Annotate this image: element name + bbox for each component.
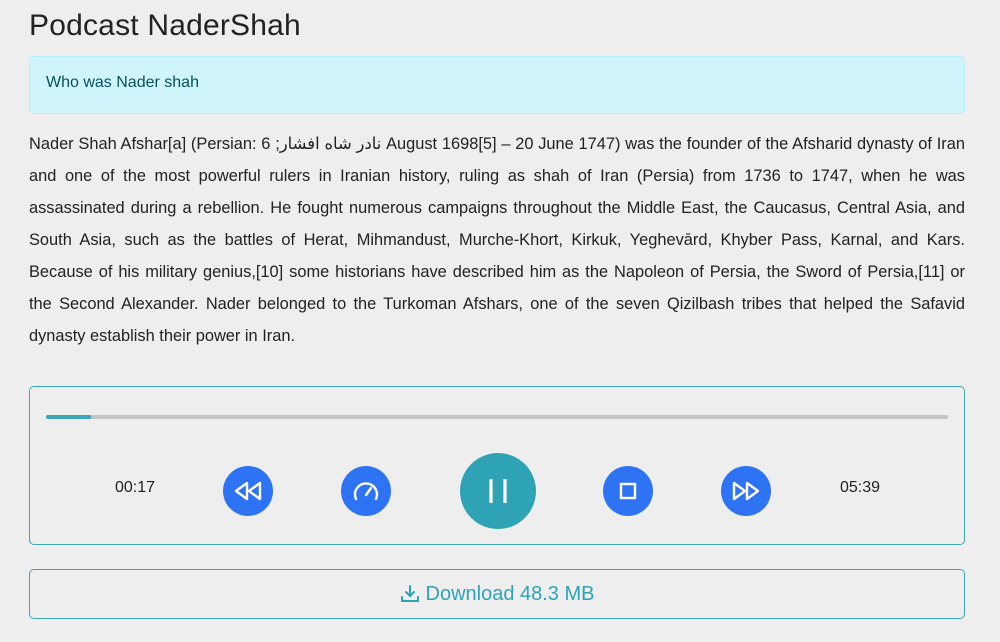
fast-forward-icon <box>731 480 761 502</box>
progress-bar[interactable] <box>46 415 948 419</box>
stop-button[interactable] <box>603 466 653 516</box>
speedometer-icon <box>352 479 380 503</box>
rewind-icon <box>233 480 263 502</box>
podcast-description: Nader Shah Afshar[a] (Persian: نادر شاه … <box>29 135 965 345</box>
page-title: Podcast NaderShah <box>29 9 301 42</box>
total-time: 05:39 <box>839 479 881 496</box>
playback-speed-button[interactable] <box>341 466 391 516</box>
audio-player: 00:17 05:39 <box>29 386 965 545</box>
info-alert: Who was Nader shah <box>29 56 965 114</box>
pause-button[interactable] <box>460 453 536 529</box>
pause-icon <box>483 477 513 505</box>
stop-icon <box>618 481 638 501</box>
alert-text: Who was Nader shah <box>46 74 199 91</box>
current-time: 00:17 <box>114 479 156 496</box>
download-icon <box>400 584 420 604</box>
download-button[interactable]: Download 48.3 MB <box>29 569 965 619</box>
podcast-page: Podcast NaderShah Who was Nader shah Nad… <box>0 0 1000 642</box>
download-label: Download 48.3 MB <box>425 582 595 605</box>
fast-forward-button[interactable] <box>721 466 771 516</box>
progress-fill <box>46 415 92 419</box>
rewind-button[interactable] <box>223 466 273 516</box>
